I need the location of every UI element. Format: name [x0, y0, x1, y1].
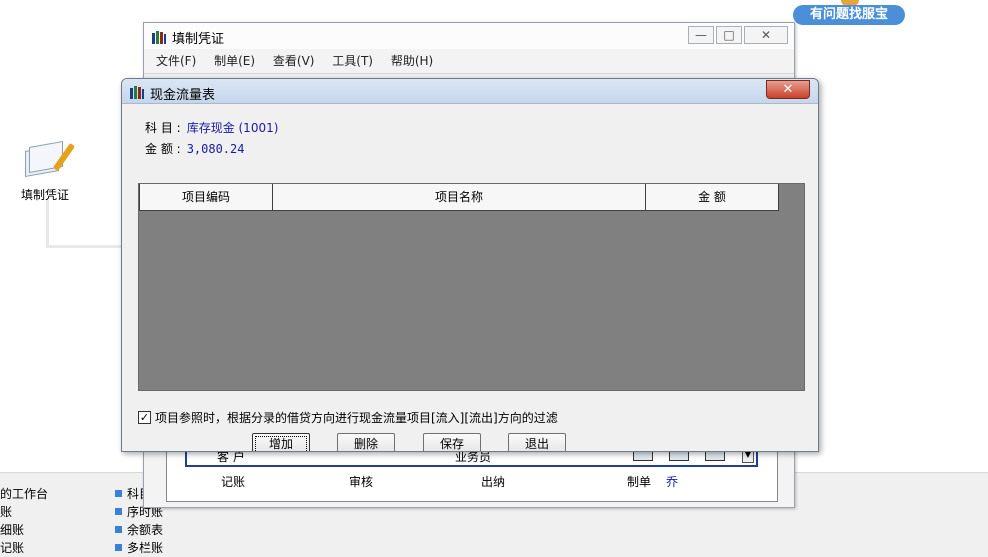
direction-filter-label: 项目参照时，根据分录的借贷方向进行现金流量项目[流入][流出]方向的过滤: [155, 411, 558, 425]
exit-button[interactable]: 退出: [508, 433, 566, 451]
cashier-label: 出纳: [481, 475, 506, 489]
audit-label: 审核: [349, 475, 374, 489]
flow-connector: [46, 200, 49, 248]
posting-label: 记账: [221, 475, 246, 489]
subject-value: 库存现金 (1001): [186, 121, 279, 135]
window-titlebar[interactable]: 填制凭证 — □ ✕: [144, 23, 794, 49]
amount-label: 金 额 :: [145, 142, 181, 156]
list-item[interactable]: 余额表: [115, 521, 163, 539]
add-button[interactable]: 增加: [252, 433, 310, 451]
bottom-left-list: 的工作台 账 细账 记账: [0, 485, 48, 557]
bullet-icon: [115, 526, 122, 533]
subject-row: 科 目 : 库存现金 (1001): [145, 119, 278, 136]
dialog-titlebar[interactable]: 现金流量表 ✕: [122, 79, 818, 104]
minimize-button[interactable]: —: [688, 26, 714, 44]
list-item[interactable]: 记账: [0, 539, 48, 557]
dialog-title: 现金流量表: [150, 88, 216, 103]
save-button[interactable]: 保存: [423, 433, 481, 451]
cash-flow-dialog: 现金流量表 ✕ 科 目 : 库存现金 (1001) 金 额 : 3,080.24 项…: [121, 78, 819, 452]
list-item[interactable]: 多栏账: [115, 539, 163, 557]
direction-filter-option[interactable]: ✓ 项目参照时，根据分录的借贷方向进行现金流量项目[流入][流出]方向的过滤: [138, 409, 558, 426]
bullet-icon: [115, 508, 122, 515]
maximize-button[interactable]: □: [716, 26, 742, 44]
grid-header: 项目编码 项目名称 金 额: [139, 184, 779, 211]
dialog-body: 科 目 : 库存现金 (1001) 金 额 : 3,080.24 项目编码 项目名称…: [122, 104, 818, 451]
delete-button[interactable]: 删除: [337, 433, 395, 451]
amount-row: 金 额 : 3,080.24: [145, 140, 244, 157]
app-books-icon: [152, 31, 166, 44]
menu-view[interactable]: 查看(V): [273, 49, 315, 73]
menu-bar: 文件(F) 制单(E) 查看(V) 工具(T) 帮助(H): [144, 49, 794, 73]
column-header-amount[interactable]: 金 额: [645, 184, 779, 211]
desktop-icon-fill-voucher[interactable]: 填制凭证: [14, 140, 76, 203]
menu-help[interactable]: 帮助(H): [391, 49, 433, 73]
bullet-icon: [115, 544, 122, 551]
direction-filter-checkbox[interactable]: ✓: [138, 411, 151, 424]
list-item[interactable]: 的工作台: [0, 485, 48, 503]
maker-value: 乔: [666, 475, 679, 489]
desktop-icon-label: 填制凭证: [20, 188, 69, 202]
list-item[interactable]: 细账: [0, 521, 48, 539]
voucher-sheets-icon: [21, 140, 76, 180]
close-button[interactable]: ✕: [744, 26, 788, 44]
menu-file[interactable]: 文件(F): [156, 49, 196, 73]
dialog-close-button[interactable]: ✕: [766, 80, 810, 99]
cash-flow-grid[interactable]: 项目编码 项目名称 金 额: [138, 183, 805, 391]
amount-value: 3,080.24: [186, 142, 245, 156]
window-title: 填制凭证: [172, 32, 225, 47]
column-header-item-code[interactable]: 项目编码: [139, 184, 273, 211]
menu-tools[interactable]: 工具(T): [332, 49, 373, 73]
maker-label: 制单: [627, 475, 652, 489]
bullet-icon: [115, 490, 122, 497]
list-item[interactable]: 账: [0, 503, 48, 521]
app-books-icon: [130, 86, 144, 99]
help-badge[interactable]: 有问题找服宝: [793, 5, 905, 25]
menu-make-voucher[interactable]: 制单(E): [214, 49, 255, 73]
column-header-item-name[interactable]: 项目名称: [272, 184, 646, 211]
subject-label: 科 目 :: [145, 121, 181, 135]
